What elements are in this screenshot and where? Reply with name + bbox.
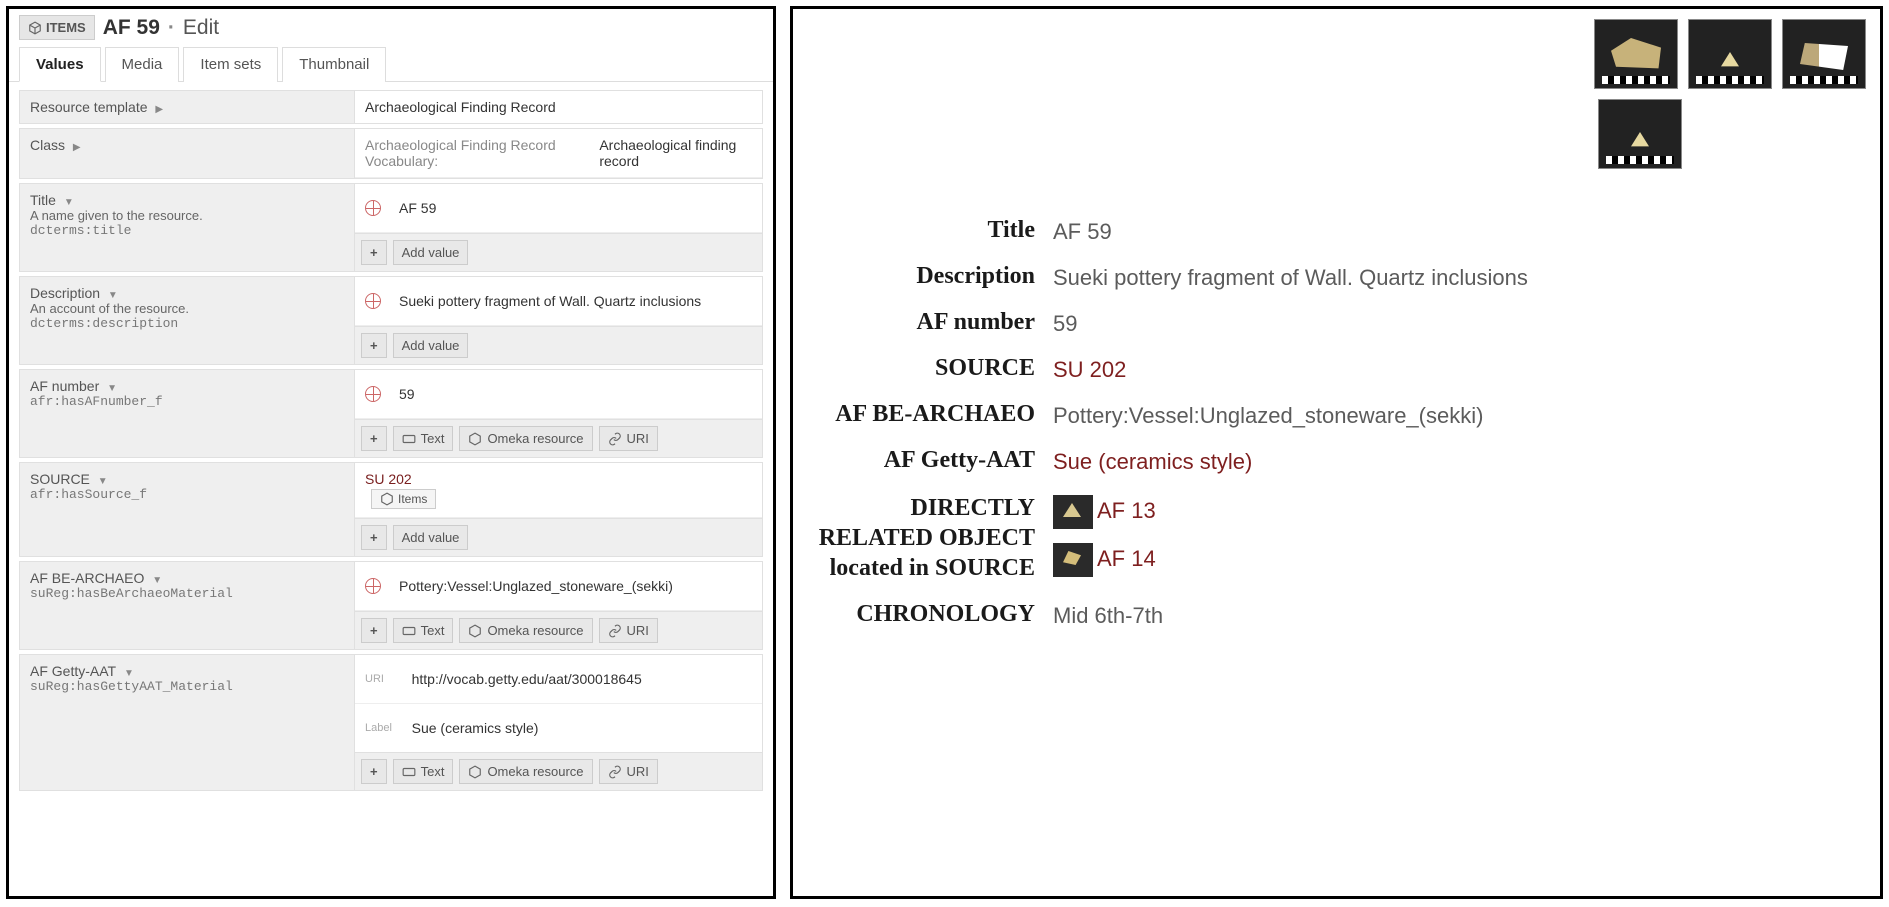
globe-icon[interactable] [365,200,381,216]
page-mode: Edit [183,16,219,40]
description-input[interactable] [389,285,752,317]
chevron-down-icon[interactable]: ▼ [152,575,162,586]
detail-related-objects: DIRECTLY RELATED OBJECT located in SOURC… [813,493,1840,583]
add-button[interactable]: + [361,333,387,358]
keyboard-icon [402,765,416,779]
type-uri-button[interactable]: URI [599,426,658,451]
add-button[interactable]: + [361,618,387,643]
chevron-down-icon[interactable]: ▼ [64,197,74,208]
page-title: AF 59 [103,16,160,40]
type-omeka-button[interactable]: Omeka resource [459,618,592,643]
add-button[interactable]: + [361,759,387,784]
detail-getty-aat: AF Getty-AAT Sue (ceramics style) [813,447,1840,475]
cube-icon [468,432,482,446]
link-icon [608,624,622,638]
link-icon [608,432,622,446]
source-items-chip[interactable]: Items [371,489,436,509]
globe-icon[interactable] [365,578,381,594]
label-resource-template: Resource template ▶ [20,91,355,123]
thumbnail-3[interactable] [1782,19,1866,89]
mini-thumb-icon [1053,543,1093,577]
add-button[interactable]: + [361,240,387,265]
detail-source: SOURCE SU 202 [813,355,1840,383]
globe-icon[interactable] [365,293,381,309]
getty-label-input[interactable] [402,712,752,744]
chevron-down-icon[interactable]: ▼ [124,668,134,679]
detail-chronology: CHRONOLOGY Mid 6th-7th [813,601,1840,629]
row-description: Description ▼ An account of the resource… [19,276,763,365]
add-button[interactable]: + [361,525,387,550]
detail-getty-link[interactable]: Sue (ceramics style) [1053,447,1840,475]
keyboard-icon [402,624,416,638]
type-text-button[interactable]: Text [393,618,454,643]
cube-icon [28,21,42,35]
mini-thumb-icon [1053,495,1093,529]
breadcrumb-sep: · [168,16,175,40]
type-omeka-button[interactable]: Omeka resource [459,426,592,451]
row-source: SOURCE ▼ afr:hasSource_f SU 202 Items + … [19,462,763,557]
row-resource-template: Resource template ▶ [19,90,763,124]
detail-af-number: AF number 59 [813,309,1840,337]
tab-media[interactable]: Media [105,47,180,82]
chevron-right-icon: ▶ [73,142,81,153]
cube-icon [380,492,394,506]
row-af-number: AF number ▼ afr:hasAFnumber_f + Text Ome… [19,369,763,458]
class-value[interactable]: Archaeological Finding Record Vocabulary… [355,129,762,178]
cube-icon [468,765,482,779]
type-uri-button[interactable]: URI [599,759,658,784]
detail-source-link[interactable]: SU 202 [1053,355,1840,383]
view-panel: Title AF 59 Description Sueki pottery fr… [790,6,1883,899]
related-af14[interactable]: AF 14 [1053,543,1840,577]
chevron-down-icon[interactable]: ▼ [108,290,118,301]
tabs: Values Media Item sets Thumbnail [9,46,773,82]
af-number-input[interactable] [389,378,752,410]
tab-values[interactable]: Values [19,47,101,82]
chevron-down-icon[interactable]: ▼ [107,383,117,394]
chevron-down-icon[interactable]: ▼ [98,476,108,487]
label-class: Class ▶ [20,129,355,178]
title-input[interactable] [389,192,752,224]
cube-icon [468,624,482,638]
type-text-button[interactable]: Text [393,426,454,451]
edit-panel: ITEMS AF 59 · Edit Values Media Item set… [6,6,776,899]
type-omeka-button[interactable]: Omeka resource [459,759,592,784]
tab-item-sets[interactable]: Item sets [183,47,278,82]
be-archaeo-input[interactable] [389,570,752,602]
uri-prefix: URI [365,673,396,685]
thumbnail-strip [793,9,1880,179]
thumbnail-2[interactable] [1688,19,1772,89]
source-link[interactable]: SU 202 [365,471,412,487]
form: Resource template ▶ Class ▶ Archaeologic… [9,82,773,801]
detail-description: Description Sueki pottery fragment of Wa… [813,263,1840,291]
type-uri-button[interactable]: URI [599,618,658,643]
related-af13[interactable]: AF 13 [1053,495,1840,529]
resource-template-input[interactable] [355,91,762,123]
label-prefix: Label [365,722,396,734]
thumbnail-4[interactable] [1598,99,1682,169]
add-button[interactable]: + [361,426,387,451]
detail-be-archaeo: AF BE-ARCHAEO Pottery:Vessel:Unglazed_st… [813,401,1840,429]
add-value-button[interactable]: Add value [393,525,469,550]
keyboard-icon [402,432,416,446]
breadcrumb: ITEMS AF 59 · Edit [9,9,773,46]
items-breadcrumb-button[interactable]: ITEMS [19,15,95,40]
thumbnail-1[interactable] [1594,19,1678,89]
type-text-button[interactable]: Text [393,759,454,784]
tab-thumbnail[interactable]: Thumbnail [282,47,386,82]
row-class: Class ▶ Archaeological Finding Record Vo… [19,128,763,179]
detail-title: Title AF 59 [813,217,1840,245]
link-icon [608,765,622,779]
chevron-right-icon: ▶ [155,104,163,115]
row-be-archaeo: AF BE-ARCHAEO ▼ suReg:hasBeArchaeoMateri… [19,561,763,650]
row-title: Title ▼ A name given to the resource. dc… [19,183,763,272]
globe-icon[interactable] [365,386,381,402]
add-value-button[interactable]: Add value [393,240,469,265]
add-value-button[interactable]: Add value [393,333,469,358]
items-label: ITEMS [46,20,86,35]
detail-list: Title AF 59 Description Sueki pottery fr… [793,179,1880,667]
row-getty-aat: AF Getty-AAT ▼ suReg:hasGettyAAT_Materia… [19,654,763,791]
getty-uri-input[interactable] [402,663,752,695]
